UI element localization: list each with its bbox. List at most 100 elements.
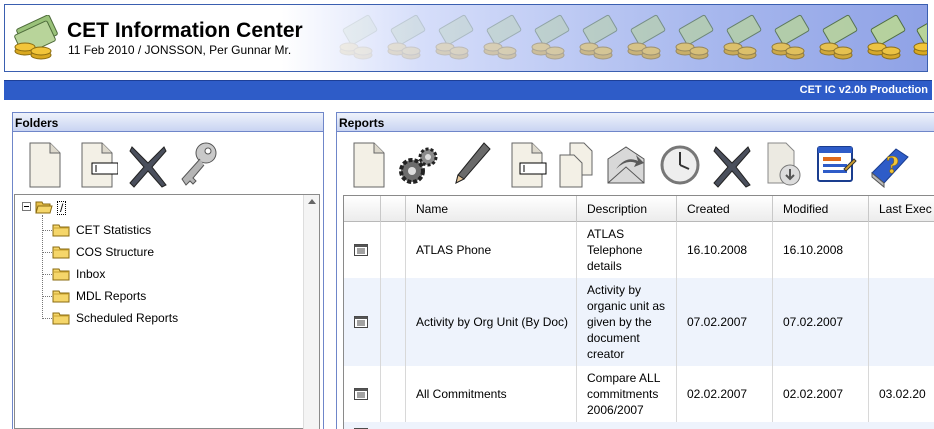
tree-item-folder[interactable]: CET Statistics xyxy=(52,221,252,239)
money-decoration-icon xyxy=(575,13,621,63)
report-icon xyxy=(354,388,368,400)
row-icon-cell[interactable] xyxy=(344,366,381,422)
delete-folder-button[interactable] xyxy=(126,139,170,191)
status-bar: CET IC v2.0b Production xyxy=(4,80,932,100)
clock-icon xyxy=(660,145,700,185)
money-decoration-icon xyxy=(815,13,861,63)
tree-connector xyxy=(42,296,52,297)
report-properties-button[interactable] xyxy=(814,139,858,191)
collapse-icon[interactable] xyxy=(22,202,31,211)
pencil-icon xyxy=(455,142,491,184)
download-report-button[interactable] xyxy=(762,139,806,191)
table-cell: Activity by organic unit as given by the… xyxy=(577,278,677,366)
table-cell: 16.10.2008 xyxy=(773,222,869,278)
copy-report-button[interactable] xyxy=(554,139,598,191)
money-decoration-icon xyxy=(623,13,669,63)
tree-item-folder[interactable]: COS Structure xyxy=(52,243,252,261)
schedule-report-button[interactable] xyxy=(658,139,702,191)
table-cell: 16.10.2008 xyxy=(677,222,773,278)
row-icon-cell[interactable] xyxy=(344,278,381,366)
folders-panel-title: Folders xyxy=(12,112,324,132)
row-icon-cell[interactable] xyxy=(344,222,381,278)
run-report-button[interactable] xyxy=(396,139,440,191)
table-row[interactable]: All Commitments Compare ALL commitments 2… xyxy=(344,366,934,422)
envelope-arrow-icon xyxy=(607,146,645,184)
table-cell: 03.02.20 xyxy=(869,366,934,422)
tree-scrollbar[interactable] xyxy=(303,195,319,429)
row-select-cell[interactable] xyxy=(381,278,406,366)
tree-item-folder[interactable]: Inbox xyxy=(52,265,252,283)
table-row[interactable] xyxy=(344,422,934,429)
rename-folder-button[interactable] xyxy=(74,139,119,191)
folder-icon xyxy=(52,224,70,237)
table-cell xyxy=(869,222,934,278)
column-header[interactable] xyxy=(344,196,381,222)
report-icon xyxy=(354,244,368,256)
folder-icon xyxy=(52,246,70,259)
column-header[interactable]: Created xyxy=(677,196,773,222)
folder-icon xyxy=(52,268,70,281)
copy-documents-icon xyxy=(559,142,593,188)
column-header[interactable]: Last Exec xyxy=(869,196,934,222)
table-cell xyxy=(869,278,934,366)
money-decoration-icon xyxy=(767,13,813,63)
folder-tree: / CET Statistics COS Structure Inbox MDL Re… xyxy=(14,194,320,429)
folders-title: Folders xyxy=(15,116,59,130)
money-decoration-icon xyxy=(909,13,927,63)
table-cell: All Commitments xyxy=(406,366,577,422)
new-folder-button[interactable] xyxy=(22,139,66,191)
rename-document-icon xyxy=(511,142,547,188)
table-cell: Activity by Org Unit (By Doc) xyxy=(406,278,577,366)
tree-item-label: Inbox xyxy=(76,267,106,281)
download-document-icon xyxy=(767,142,801,186)
tree-item-label: CET Statistics xyxy=(76,223,152,237)
tree-root[interactable]: / xyxy=(57,201,67,215)
svg-text:?: ? xyxy=(886,153,899,179)
column-header[interactable]: Description xyxy=(577,196,677,222)
table-row[interactable]: ATLAS Phone ATLAS Telephone details 16.10.… xyxy=(344,222,934,278)
column-header[interactable]: Name xyxy=(406,196,577,222)
folder-permissions-button[interactable] xyxy=(176,139,220,191)
help-book-icon: ? xyxy=(871,148,909,189)
table-cell: 02.02.2007 xyxy=(677,366,773,422)
tree-item-folder[interactable]: MDL Reports xyxy=(52,287,252,305)
tree-item-label: MDL Reports xyxy=(76,289,147,303)
send-report-button[interactable] xyxy=(604,139,648,191)
folder-icon xyxy=(52,312,70,325)
column-header[interactable]: Modified xyxy=(773,196,869,222)
app-subtitle: 11 Feb 2010 / JONSSON, Per Gunnar Mr. xyxy=(68,43,292,57)
column-header[interactable] xyxy=(381,196,406,222)
gears-icon xyxy=(399,147,438,184)
new-report-button[interactable] xyxy=(346,139,390,191)
tree-connector xyxy=(42,318,52,319)
tree-item-folder[interactable]: Scheduled Reports xyxy=(52,309,252,327)
money-decoration-icon xyxy=(527,13,573,63)
key-icon xyxy=(181,142,217,186)
money-decoration-icon xyxy=(863,13,909,63)
money-decoration-icon xyxy=(383,13,429,63)
new-document-icon xyxy=(29,142,61,188)
row-select-cell[interactable] xyxy=(381,222,406,278)
money-decoration-icon xyxy=(431,13,477,63)
scroll-up-icon[interactable] xyxy=(308,199,316,204)
delete-report-button[interactable] xyxy=(710,139,754,191)
reports-panel-title: Reports xyxy=(336,112,934,132)
rename-report-button[interactable] xyxy=(504,139,548,191)
app-window: CET Information Center 11 Feb 2010 / JON… xyxy=(0,0,934,429)
tree-item-label: COS Structure xyxy=(76,245,155,259)
folder-icon xyxy=(52,290,70,303)
help-button[interactable]: ? xyxy=(866,139,910,191)
table-cell: 07.02.2007 xyxy=(677,278,773,366)
tree-connector xyxy=(42,252,52,253)
app-title: CET Information Center xyxy=(67,19,303,42)
reports-title: Reports xyxy=(339,116,385,130)
row-select-cell[interactable] xyxy=(381,366,406,422)
edit-report-button[interactable] xyxy=(450,139,494,191)
version-label: CET IC v2.0b Production xyxy=(799,84,928,96)
tree-item-label: Scheduled Reports xyxy=(76,311,179,325)
money-decoration-icon xyxy=(671,13,717,63)
grid-header: Name Description Created Modified Last Exec xyxy=(344,196,934,222)
table-row[interactable]: Activity by Org Unit (By Doc) Activity by… xyxy=(344,278,934,366)
money-decoration-icon xyxy=(719,13,765,63)
table-cell: 02.02.2007 xyxy=(773,366,869,422)
